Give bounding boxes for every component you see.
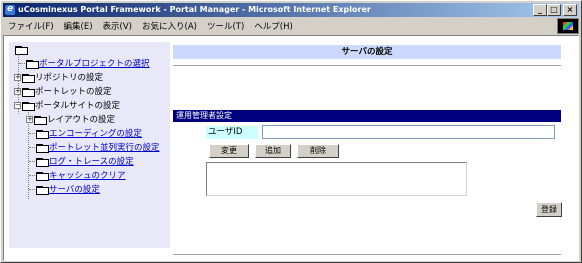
tree-item-label: レイアウトの設定 bbox=[47, 115, 116, 125]
tree-item-label[interactable]: ポートレット並列実行の設定 bbox=[49, 143, 160, 153]
folder-icon bbox=[36, 143, 49, 153]
open-folder-icon bbox=[36, 185, 49, 195]
folder-icon bbox=[36, 129, 49, 139]
tree-item-project-select[interactable]: ボータルプロジェクトの選択 bbox=[19, 58, 150, 71]
register-button[interactable]: 登録 bbox=[536, 202, 562, 217]
minimize-button[interactable]: _ bbox=[533, 4, 547, 16]
delete-button[interactable]: 削除 bbox=[297, 144, 339, 158]
expand-icon[interactable]: + bbox=[26, 116, 33, 123]
divider bbox=[173, 65, 561, 66]
tree-item-label[interactable]: ログ・トレースの設定 bbox=[49, 157, 134, 167]
folder-icon bbox=[22, 73, 35, 83]
tree-item-label[interactable]: キャッシュのクリア bbox=[49, 171, 126, 181]
title-bar: uCosminexus Portal Framework - Portal Ma… bbox=[3, 3, 579, 17]
group-title: 運用管理者設定 bbox=[173, 110, 561, 122]
expand-icon[interactable]: + bbox=[14, 88, 21, 95]
menu-bar: ファイル(F) 編集(E) 表示(V) お気に入り(A) ツール(T) ヘルプ(… bbox=[3, 18, 579, 34]
folder-icon bbox=[22, 87, 35, 97]
tree-item-label: ポータルサイトの設定 bbox=[35, 101, 121, 111]
navigation-tree: ボータルプロジェクトの選択 + リポジトリの設定 + ポートレットの設定 − ポータル… bbox=[9, 42, 170, 248]
menu-help[interactable]: ヘルプ(H) bbox=[249, 20, 298, 32]
tree-item-encoding[interactable]: エンコーディングの設定 bbox=[29, 128, 142, 141]
page-content: ボータルプロジェクトの選択 + リポジトリの設定 + ポートレットの設定 − ポータル… bbox=[3, 35, 579, 261]
tree-item-log-trace[interactable]: ログ・トレースの設定 bbox=[29, 156, 134, 169]
tree-item-parallel[interactable]: ポートレット並列実行の設定 bbox=[29, 142, 160, 155]
folder-icon bbox=[36, 157, 49, 167]
folder-icon bbox=[22, 101, 35, 111]
tree-item-portal-site[interactable]: − ポータルサイトの設定 bbox=[14, 100, 120, 113]
tree-item-repository[interactable]: + リポジトリの設定 bbox=[14, 72, 103, 85]
folder-icon bbox=[15, 45, 28, 55]
close-button[interactable]: × bbox=[563, 4, 577, 16]
tree-root bbox=[15, 44, 28, 57]
window-title: uCosminexus Portal Framework - Portal Ma… bbox=[18, 5, 371, 14]
menu-view[interactable]: 表示(V) bbox=[98, 20, 137, 32]
expand-icon[interactable]: + bbox=[14, 74, 21, 81]
folder-icon bbox=[36, 171, 49, 181]
menu-tools[interactable]: ツール(T) bbox=[202, 20, 249, 32]
tree-item-server[interactable]: サーバの設定 bbox=[29, 184, 100, 197]
divider bbox=[173, 254, 561, 255]
maximize-button[interactable]: □ bbox=[547, 4, 561, 16]
browser-window: uCosminexus Portal Framework - Portal Ma… bbox=[0, 0, 582, 263]
user-id-input[interactable] bbox=[262, 125, 555, 139]
menu-favorites[interactable]: お気に入り(A) bbox=[137, 20, 202, 32]
folder-icon bbox=[26, 59, 39, 69]
user-id-label: ユーザID bbox=[206, 126, 258, 139]
tree-item-label[interactable]: エンコーディングの設定 bbox=[49, 129, 142, 139]
tree-item-layout[interactable]: + レイアウトの設定 bbox=[26, 114, 115, 127]
add-button[interactable]: 追加 bbox=[255, 144, 291, 158]
tree-item-label[interactable]: ボータルプロジェクトの選択 bbox=[39, 59, 150, 69]
change-button[interactable]: 変更 bbox=[209, 144, 249, 158]
tree-item-label: リポジトリの設定 bbox=[35, 73, 104, 83]
folder-icon bbox=[34, 115, 47, 125]
tree-item-cache-clear[interactable]: キャッシュのクリア bbox=[29, 170, 126, 183]
tree-item-label[interactable]: サーバの設定 bbox=[49, 185, 100, 195]
menu-file[interactable]: ファイル(F) bbox=[3, 20, 59, 32]
user-list-box[interactable] bbox=[206, 162, 467, 196]
ie-logo-icon bbox=[5, 3, 15, 16]
tree-item-portlet[interactable]: + ポートレットの設定 bbox=[14, 86, 112, 99]
windows-logo-icon bbox=[557, 18, 579, 34]
menu-edit[interactable]: 編集(E) bbox=[59, 20, 98, 32]
tree-item-label: ポートレットの設定 bbox=[35, 87, 112, 97]
collapse-icon[interactable]: − bbox=[14, 102, 21, 109]
page-title: サーバの設定 bbox=[173, 45, 561, 59]
